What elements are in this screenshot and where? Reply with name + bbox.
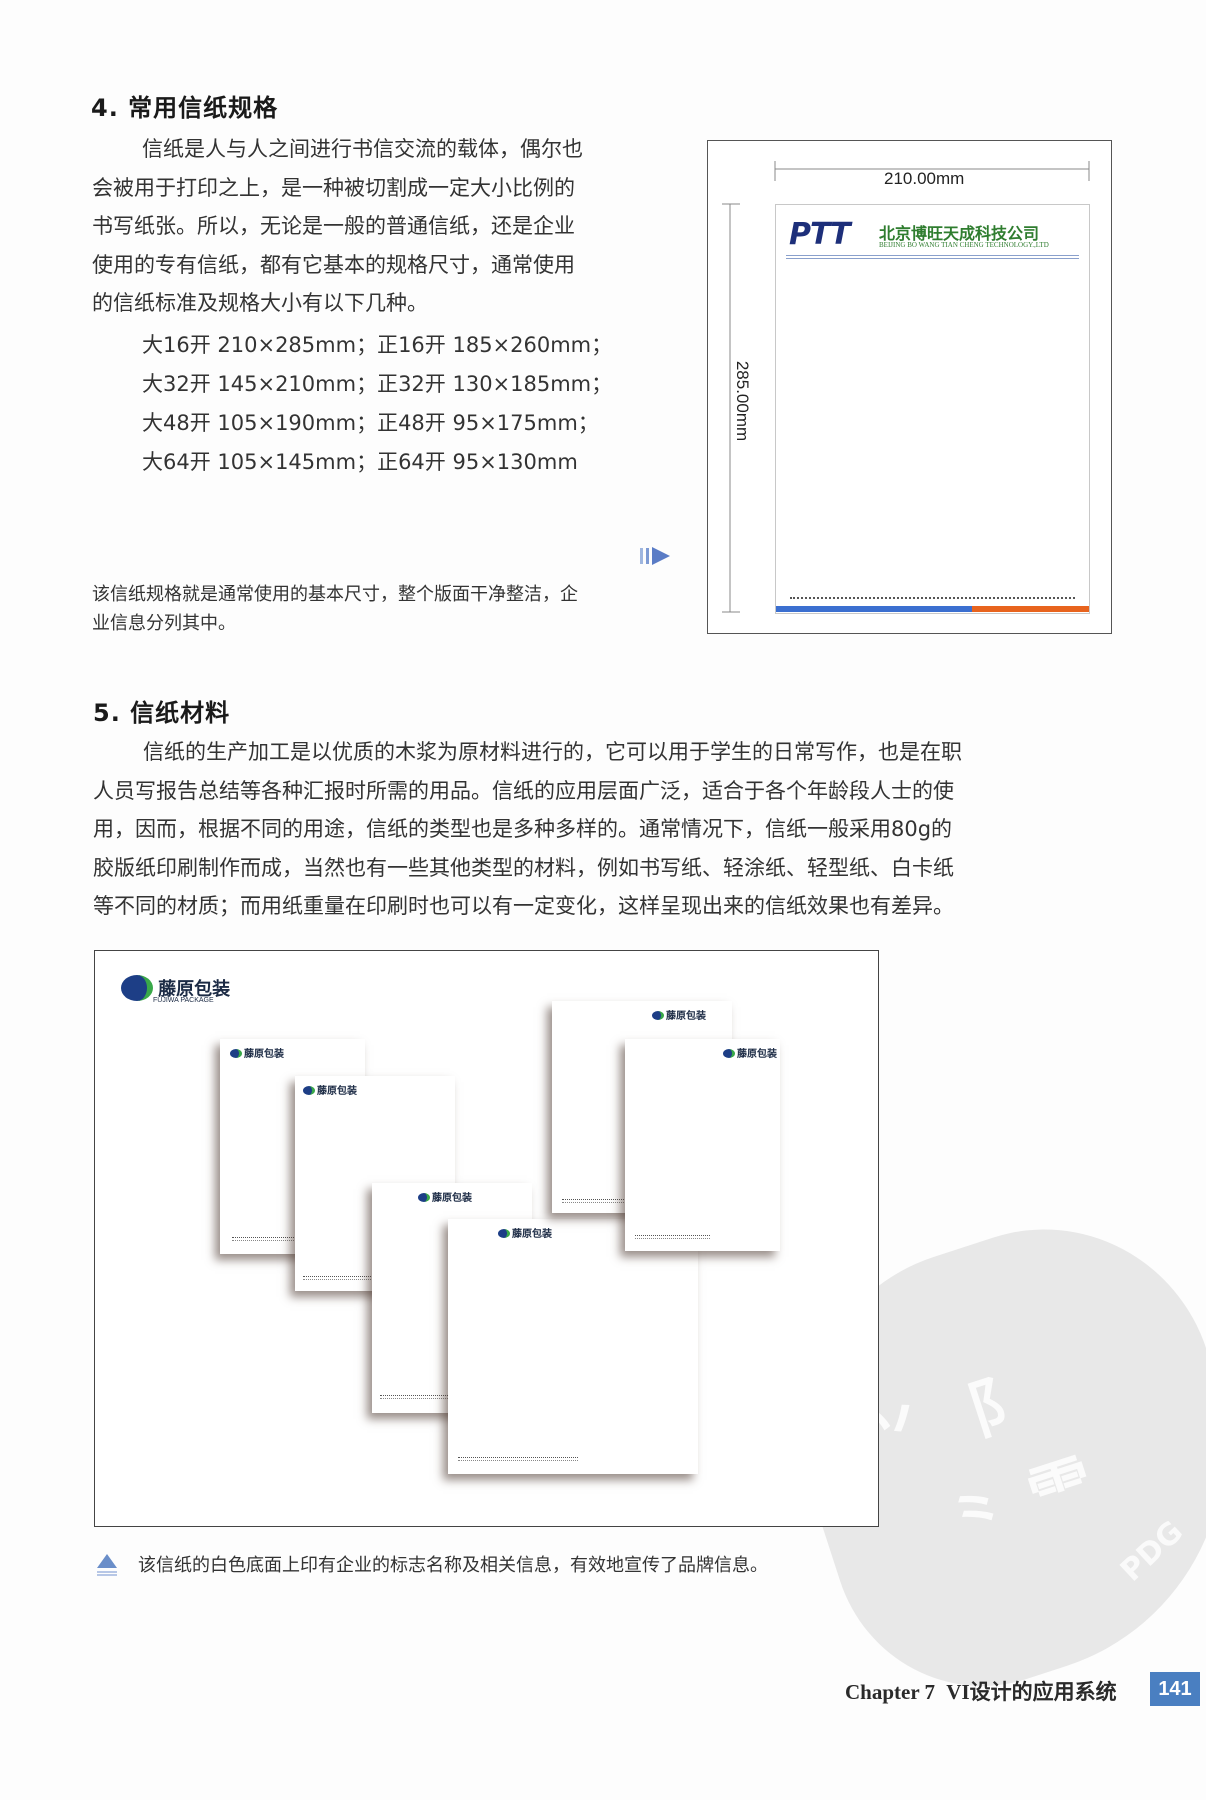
stationery-photo-figure: 藤原包装 FUJIWA PACKAGE 藤原包装 藤原包装 藤原包装 藤原包装 … bbox=[94, 950, 879, 1527]
spec-item: 大64开 105×145mm；正64开 95×130mm bbox=[142, 450, 578, 474]
spec-item: 大48开 105×190mm；正48开 95×175mm； bbox=[142, 411, 599, 435]
stationery-sheet: 藤原包装 bbox=[625, 1039, 780, 1251]
caption-line: 业信息分列其中。 bbox=[92, 613, 236, 634]
ptt-logo: PTT bbox=[789, 217, 851, 252]
figure-2-caption: 该信纸的白色底面上印有企业的标志名称及相关信息，有效地宣传了品牌信息。 bbox=[138, 1555, 768, 1576]
paragraph-line: 胶版纸印刷制作而成，当然也有一些其他类型的材料，例如书写纸、轻涂纸、轻型纸、白卡… bbox=[93, 855, 954, 880]
header-rule bbox=[786, 255, 1079, 256]
footer-title: VI设计的应用系统 bbox=[946, 1680, 1117, 1704]
paragraph-line: 信纸的生产加工是以优质的木浆为原材料进行的，它可以用于学生的日常写作，也是在职 bbox=[143, 740, 962, 764]
watermark-label: PDG bbox=[1113, 1514, 1191, 1589]
spec-item: 大16开 210×285mm；正16开 185×260mm； bbox=[142, 333, 613, 357]
page-number: 141 bbox=[1150, 1672, 1200, 1706]
brand-logo: 藤原包装 FUJIWA PACKAGE bbox=[121, 975, 230, 1004]
paragraph-line: 使用的专有信纸，都有它基本的规格尺寸，通常使用 bbox=[92, 252, 575, 277]
paragraph-line: 用，因而，根据不同的用途，信纸的类型也是多种多样的。通常情况下，信纸一般采用80… bbox=[93, 817, 953, 842]
brand-logo-icon bbox=[121, 975, 153, 1001]
arrow-marker-icon bbox=[640, 545, 672, 571]
caption-line: 该信纸规格就是通常使用的基本尺寸，整个版面干净整洁，企 bbox=[92, 584, 578, 605]
height-label: 285.00mm bbox=[733, 360, 753, 442]
sheet-footer-text bbox=[380, 1395, 452, 1399]
sheet-logo: 藤原包装 bbox=[498, 1225, 552, 1240]
figure-1-caption: 该信纸规格就是通常使用的基本尺寸，整个版面干净整洁，企 业信息分列其中。 bbox=[92, 580, 677, 638]
paragraph-line: 会被用于打印之上，是一种被切割成一定大小比例的 bbox=[92, 175, 575, 200]
sheet-footer-text bbox=[635, 1235, 710, 1239]
sheet-footer-text bbox=[562, 1199, 634, 1203]
paragraph-line: 的信纸标准及规格大小有以下几种。 bbox=[92, 291, 428, 316]
sheet-logo: 藤原包装 bbox=[723, 1045, 777, 1060]
running-footer: Chapter 7 VI设计的应用系统 bbox=[845, 1676, 1117, 1706]
footer-bar-orange bbox=[972, 606, 1089, 612]
footer-chapter: Chapter 7 bbox=[845, 1680, 936, 1704]
section-5-paragraph: 信纸的生产加工是以优质的木浆为原材料进行的，它可以用于学生的日常写作，也是在职 … bbox=[93, 733, 1113, 926]
sheet-footer-text bbox=[458, 1457, 578, 1461]
paragraph-line: 书写纸张。所以，无论是一般的普通信纸，还是企业 bbox=[92, 214, 575, 239]
footer-bar-blue bbox=[776, 606, 972, 612]
stationery-sheet: 藤原包装 bbox=[448, 1219, 698, 1474]
paragraph-line: 人员写报告总结等各种汇报时所需的用品。信纸的应用层面广泛，适合于各个年龄段人士的… bbox=[93, 778, 954, 803]
spec-item: 大32开 145×210mm；正32开 130×185mm； bbox=[142, 372, 613, 396]
section-5-heading: 5. 信纸材料 bbox=[93, 699, 231, 727]
header-rule bbox=[786, 258, 1079, 259]
sheet-logo: 藤原包装 bbox=[230, 1045, 284, 1060]
spec-list: 大16开 210×285mm；正16开 185×260mm； 大32开 145×… bbox=[142, 326, 612, 482]
sheet-logo: 藤原包装 bbox=[418, 1189, 472, 1204]
footer-contact-line bbox=[790, 597, 1075, 599]
sheet-logo: 藤原包装 bbox=[652, 1007, 706, 1022]
company-name-en: BEIJING BO WANG TIAN CHENG TECHNOLOGY.,L… bbox=[879, 241, 1049, 249]
letterhead-sheet: PTT 北京博旺天成科技公司 BEIJING BO WANG TIAN CHEN… bbox=[775, 204, 1090, 614]
width-label: 210.00mm bbox=[884, 169, 965, 188]
letterhead-dimension-figure: 210.00mm 285.00mm PTT 北京博旺天成科技公司 BEIJING… bbox=[707, 140, 1112, 634]
section-4-heading: 4. 常用信纸规格 bbox=[91, 94, 279, 122]
section-4-paragraph: 信纸是人与人之间进行书信交流的载体，偶尔也 会被用于打印之上，是一种被切割成一定… bbox=[92, 130, 672, 323]
caption-triangle-icon bbox=[96, 1553, 118, 1581]
sheet-footer-text bbox=[303, 1276, 373, 1280]
paragraph-line: 信纸是人与人之间进行书信交流的载体，偶尔也 bbox=[142, 137, 583, 161]
paragraph-line: 等不同的材质；而用纸重量在印刷时也可以有一定变化，这样呈现出来的信纸效果也有差异… bbox=[93, 894, 954, 919]
sheet-logo: 藤原包装 bbox=[303, 1082, 357, 1097]
